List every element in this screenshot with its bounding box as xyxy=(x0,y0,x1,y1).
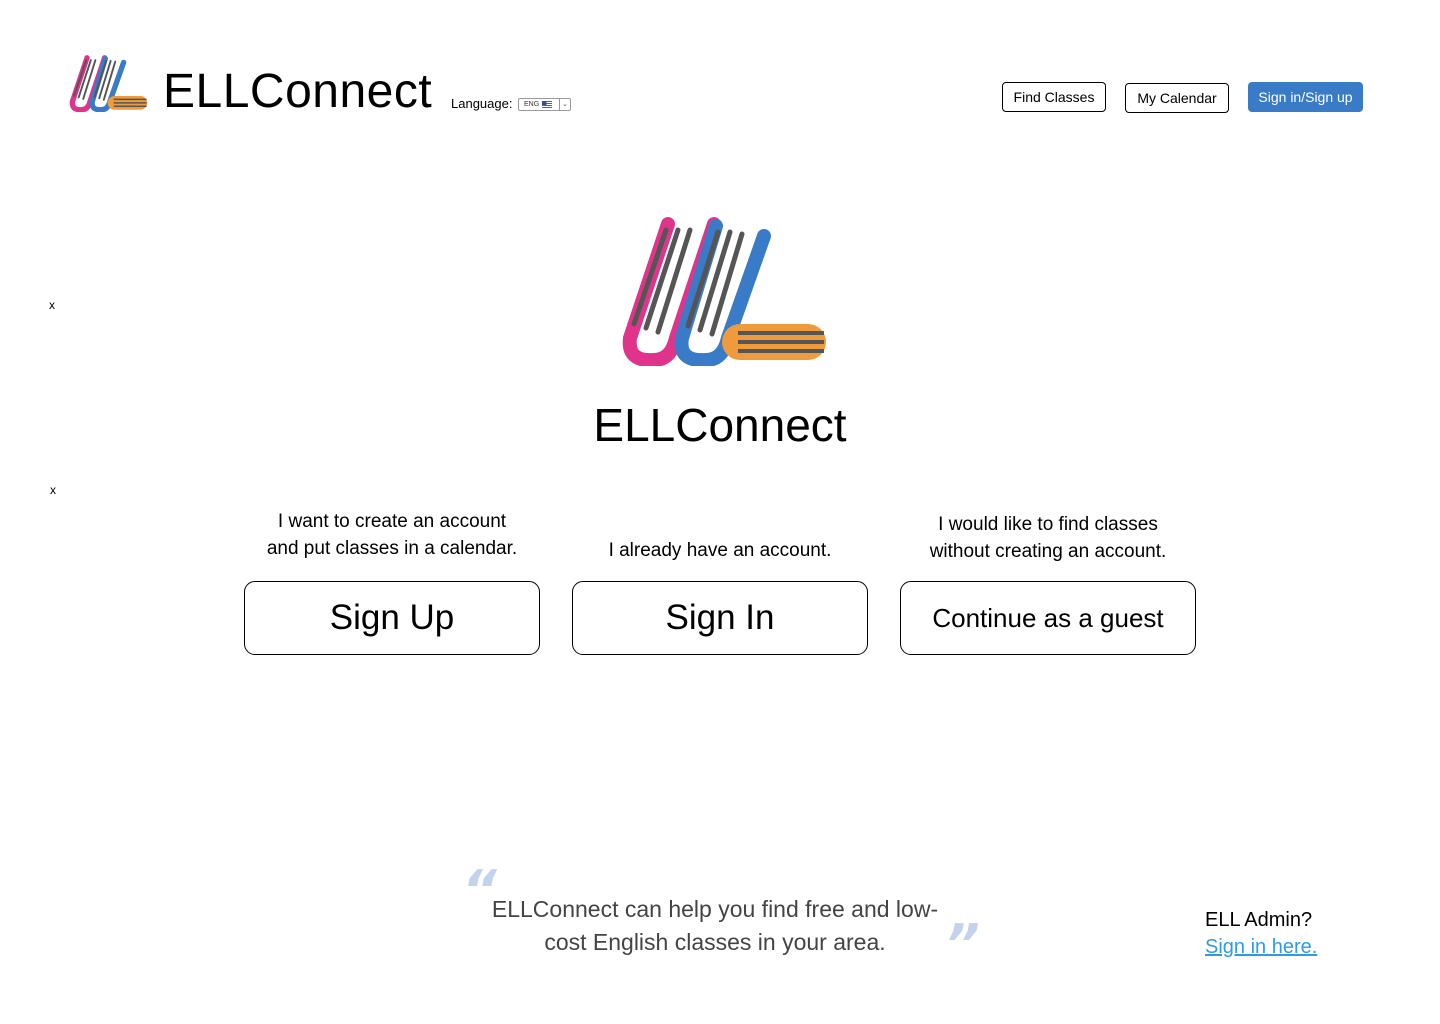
language-label: Language: xyxy=(451,96,513,111)
admin-sign-in-link[interactable]: Sign in here. xyxy=(1205,934,1317,960)
sign-in-button[interactable]: Sign In xyxy=(572,581,868,655)
sign-in-sign-up-button[interactable]: Sign in/Sign up xyxy=(1248,82,1363,112)
brand-title[interactable]: ELLConnect xyxy=(163,62,432,122)
find-classes-button[interactable]: Find Classes xyxy=(1002,82,1106,112)
sign-up-button[interactable]: Sign Up xyxy=(244,581,540,655)
close-icon[interactable]: x xyxy=(49,298,55,312)
quote-close-icon: ” xyxy=(945,913,980,976)
guest-description: I would like to find classes without crea… xyxy=(929,514,1167,562)
language-value: ENG xyxy=(524,101,540,108)
language-select[interactable]: ENG ⌄ xyxy=(518,98,571,111)
close-icon[interactable]: x xyxy=(50,483,56,497)
us-flag-icon xyxy=(542,101,553,108)
admin-question: ELL Admin? xyxy=(1205,909,1313,931)
chevron-down-icon[interactable]: ⌄ xyxy=(559,99,570,110)
ellconnect-logo-large-icon xyxy=(622,217,826,366)
my-calendar-button[interactable]: My Calendar xyxy=(1125,83,1229,113)
sign-up-description: I want to create an account and put class… xyxy=(266,511,518,559)
tagline-quote: ELLConnect can help you find free and lo… xyxy=(491,896,939,955)
sign-in-description: I already have an account. xyxy=(608,540,832,561)
ellconnect-logo-icon xyxy=(69,55,148,112)
page-title: ELLConnect xyxy=(593,399,847,451)
continue-as-guest-button[interactable]: Continue as a guest xyxy=(900,581,1196,655)
